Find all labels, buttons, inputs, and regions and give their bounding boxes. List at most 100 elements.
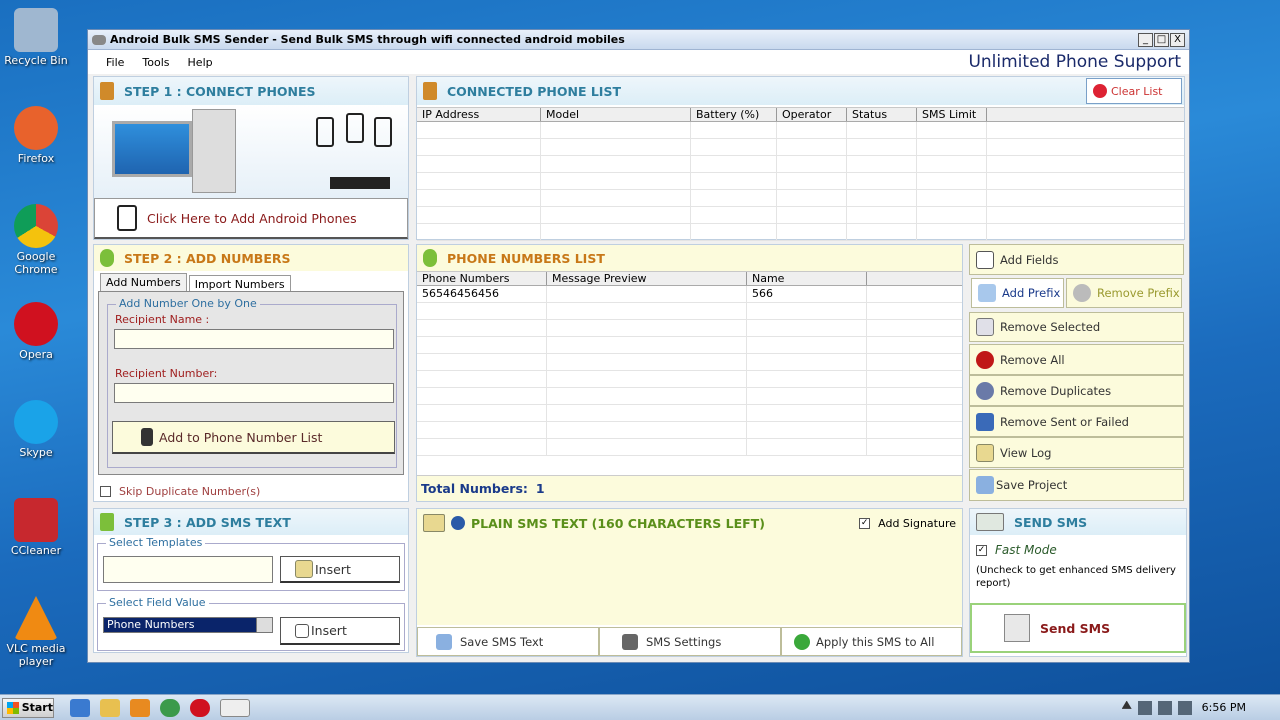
desktop-icon-recycle-bin[interactable]: Recycle Bin xyxy=(4,8,68,67)
step2-header: STEP 2 : ADD NUMBERS xyxy=(94,245,408,271)
table-row[interactable] xyxy=(417,422,962,439)
remove-duplicates-button[interactable]: Remove Duplicates xyxy=(969,375,1184,406)
skip-duplicates-checkbox[interactable] xyxy=(100,486,111,497)
column-header[interactable]: Model xyxy=(541,108,691,121)
table-row[interactable] xyxy=(417,439,962,456)
remove-sent-failed-button[interactable]: Remove Sent or Failed xyxy=(969,406,1184,437)
column-header[interactable]: Battery (%) xyxy=(691,108,777,121)
field-select[interactable]: Phone Numbers xyxy=(103,617,273,633)
step1-panel: STEP 1 : CONNECT PHONES Click Here to Ad… xyxy=(93,76,409,240)
minimize-button[interactable]: _ xyxy=(1138,32,1153,47)
numbers-grid-header: Phone Numbers Message Preview Name xyxy=(417,272,962,286)
desktop-icon-skype[interactable]: Skype xyxy=(4,400,68,459)
desktop-icon-opera[interactable]: Opera xyxy=(4,302,68,361)
help-icon[interactable] xyxy=(451,516,465,530)
tab-content: Add Number One by One Recipient Name : R… xyxy=(98,291,404,475)
fast-mode-row[interactable]: ✓ Fast Mode xyxy=(976,543,1057,557)
table-row[interactable] xyxy=(417,207,1184,224)
table-row[interactable] xyxy=(417,320,962,337)
sms-textarea[interactable] xyxy=(417,537,962,625)
opera-icon[interactable] xyxy=(190,698,210,717)
save-sms-text-button[interactable]: Save SMS Text xyxy=(417,627,599,656)
add-fields-button[interactable]: Add Fields xyxy=(969,244,1184,275)
flag-icon[interactable] xyxy=(1177,700,1192,715)
numbers-panel: PHONE NUMBERS LIST Phone Numbers Message… xyxy=(416,244,963,502)
clock[interactable]: 6:56 PM xyxy=(1202,701,1246,714)
send-sms-button[interactable]: Send SMS xyxy=(970,603,1186,653)
apply-all-button[interactable]: Apply this SMS to All xyxy=(781,627,962,656)
fast-mode-checkbox[interactable]: ✓ xyxy=(976,544,987,556)
connected-grid: IP Address Model Battery (%) Operator St… xyxy=(417,107,1184,241)
remove-prefix-button[interactable]: Remove Prefix xyxy=(1066,278,1182,308)
recycle-bin-icon xyxy=(14,8,58,52)
table-row[interactable] xyxy=(417,337,962,354)
sms-app-taskbar-icon[interactable] xyxy=(220,698,250,717)
explorer-icon[interactable] xyxy=(100,698,120,717)
table-row[interactable] xyxy=(417,173,1184,190)
table-row[interactable] xyxy=(417,354,962,371)
sms-title: PLAIN SMS TEXT (160 CHARACTERS LEFT) xyxy=(471,515,765,531)
add-prefix-button[interactable]: Add Prefix xyxy=(971,278,1064,308)
remove-all-button[interactable]: Remove All xyxy=(969,344,1184,375)
add-signature-row[interactable]: ✓ Add Signature xyxy=(859,517,956,530)
menu-tools[interactable]: Tools xyxy=(133,56,178,69)
table-row[interactable] xyxy=(417,371,962,388)
recipient-number-input[interactable] xyxy=(114,383,394,403)
templates-select[interactable] xyxy=(103,556,273,583)
table-row[interactable] xyxy=(417,388,962,405)
title-bar[interactable]: Android Bulk SMS Sender - Send Bulk SMS … xyxy=(88,30,1189,50)
table-row[interactable]: 56546456456 566 xyxy=(417,286,962,303)
table-row[interactable] xyxy=(417,122,1184,139)
table-row[interactable] xyxy=(417,303,962,320)
network-icon[interactable] xyxy=(1137,700,1152,715)
close-button[interactable]: X xyxy=(1170,32,1185,47)
vlc-icon xyxy=(14,596,58,640)
column-header[interactable]: Status xyxy=(847,108,917,121)
clear-list-button[interactable]: Clear List xyxy=(1086,78,1182,104)
cell-preview xyxy=(547,286,747,302)
insert-template-button[interactable]: Insert xyxy=(280,556,400,583)
chrome-icon[interactable] xyxy=(160,698,180,717)
send-sms-label: Send SMS xyxy=(1040,620,1111,636)
add-phones-button[interactable]: Click Here to Add Android Phones xyxy=(94,198,408,239)
table-row[interactable] xyxy=(417,190,1184,207)
column-header[interactable]: Name xyxy=(747,272,867,285)
remove-sent-failed-label: Remove Sent or Failed xyxy=(1000,414,1129,429)
desktop-icon-vlc[interactable]: VLC media player xyxy=(4,596,68,668)
desktop-icon-firefox[interactable]: Firefox xyxy=(4,106,68,165)
add-signature-checkbox[interactable]: ✓ xyxy=(859,517,871,529)
remove-selected-button[interactable]: Remove Selected xyxy=(969,312,1184,342)
sms-settings-button[interactable]: SMS Settings xyxy=(599,627,781,656)
send-panel: SEND SMS ✓ Fast Mode (Uncheck to get enh… xyxy=(969,508,1187,657)
view-log-button[interactable]: View Log xyxy=(969,437,1184,468)
desktop-icon-ccleaner[interactable]: CCleaner xyxy=(4,498,68,557)
column-header[interactable]: IP Address xyxy=(417,108,541,121)
ie-icon[interactable] xyxy=(70,698,90,717)
column-header[interactable]: Phone Numbers xyxy=(417,272,547,285)
show-hidden-icon[interactable] xyxy=(1121,700,1132,709)
insert-field-button[interactable]: Insert xyxy=(280,617,400,645)
column-header[interactable]: SMS Limit xyxy=(917,108,987,121)
volume-icon[interactable] xyxy=(1157,700,1172,715)
table-row[interactable] xyxy=(417,224,1184,241)
add-text-icon xyxy=(100,513,114,531)
media-player-icon[interactable] xyxy=(130,698,150,717)
table-row[interactable] xyxy=(417,139,1184,156)
recipient-name-input[interactable] xyxy=(114,329,394,349)
table-row[interactable] xyxy=(417,405,962,422)
start-button[interactable]: Start xyxy=(2,697,54,718)
column-header[interactable]: Operator xyxy=(777,108,847,121)
desktop-icon-chrome[interactable]: Google Chrome xyxy=(4,204,68,276)
add-phones-label: Click Here to Add Android Phones xyxy=(147,210,357,226)
add-to-list-button[interactable]: Add to Phone Number List xyxy=(112,421,395,454)
maximize-button[interactable]: □ xyxy=(1154,32,1169,47)
skip-duplicates-label: Skip Duplicate Number(s) xyxy=(119,485,261,498)
tray-icons[interactable] xyxy=(1121,700,1192,715)
send-icon xyxy=(1004,614,1030,642)
menu-help[interactable]: Help xyxy=(179,56,222,69)
save-project-button[interactable]: Save Project xyxy=(969,469,1184,501)
table-row[interactable] xyxy=(417,156,1184,173)
skip-duplicates-row[interactable]: Skip Duplicate Number(s) xyxy=(100,485,260,498)
menu-file[interactable]: File xyxy=(88,56,133,69)
column-header[interactable]: Message Preview xyxy=(547,272,747,285)
